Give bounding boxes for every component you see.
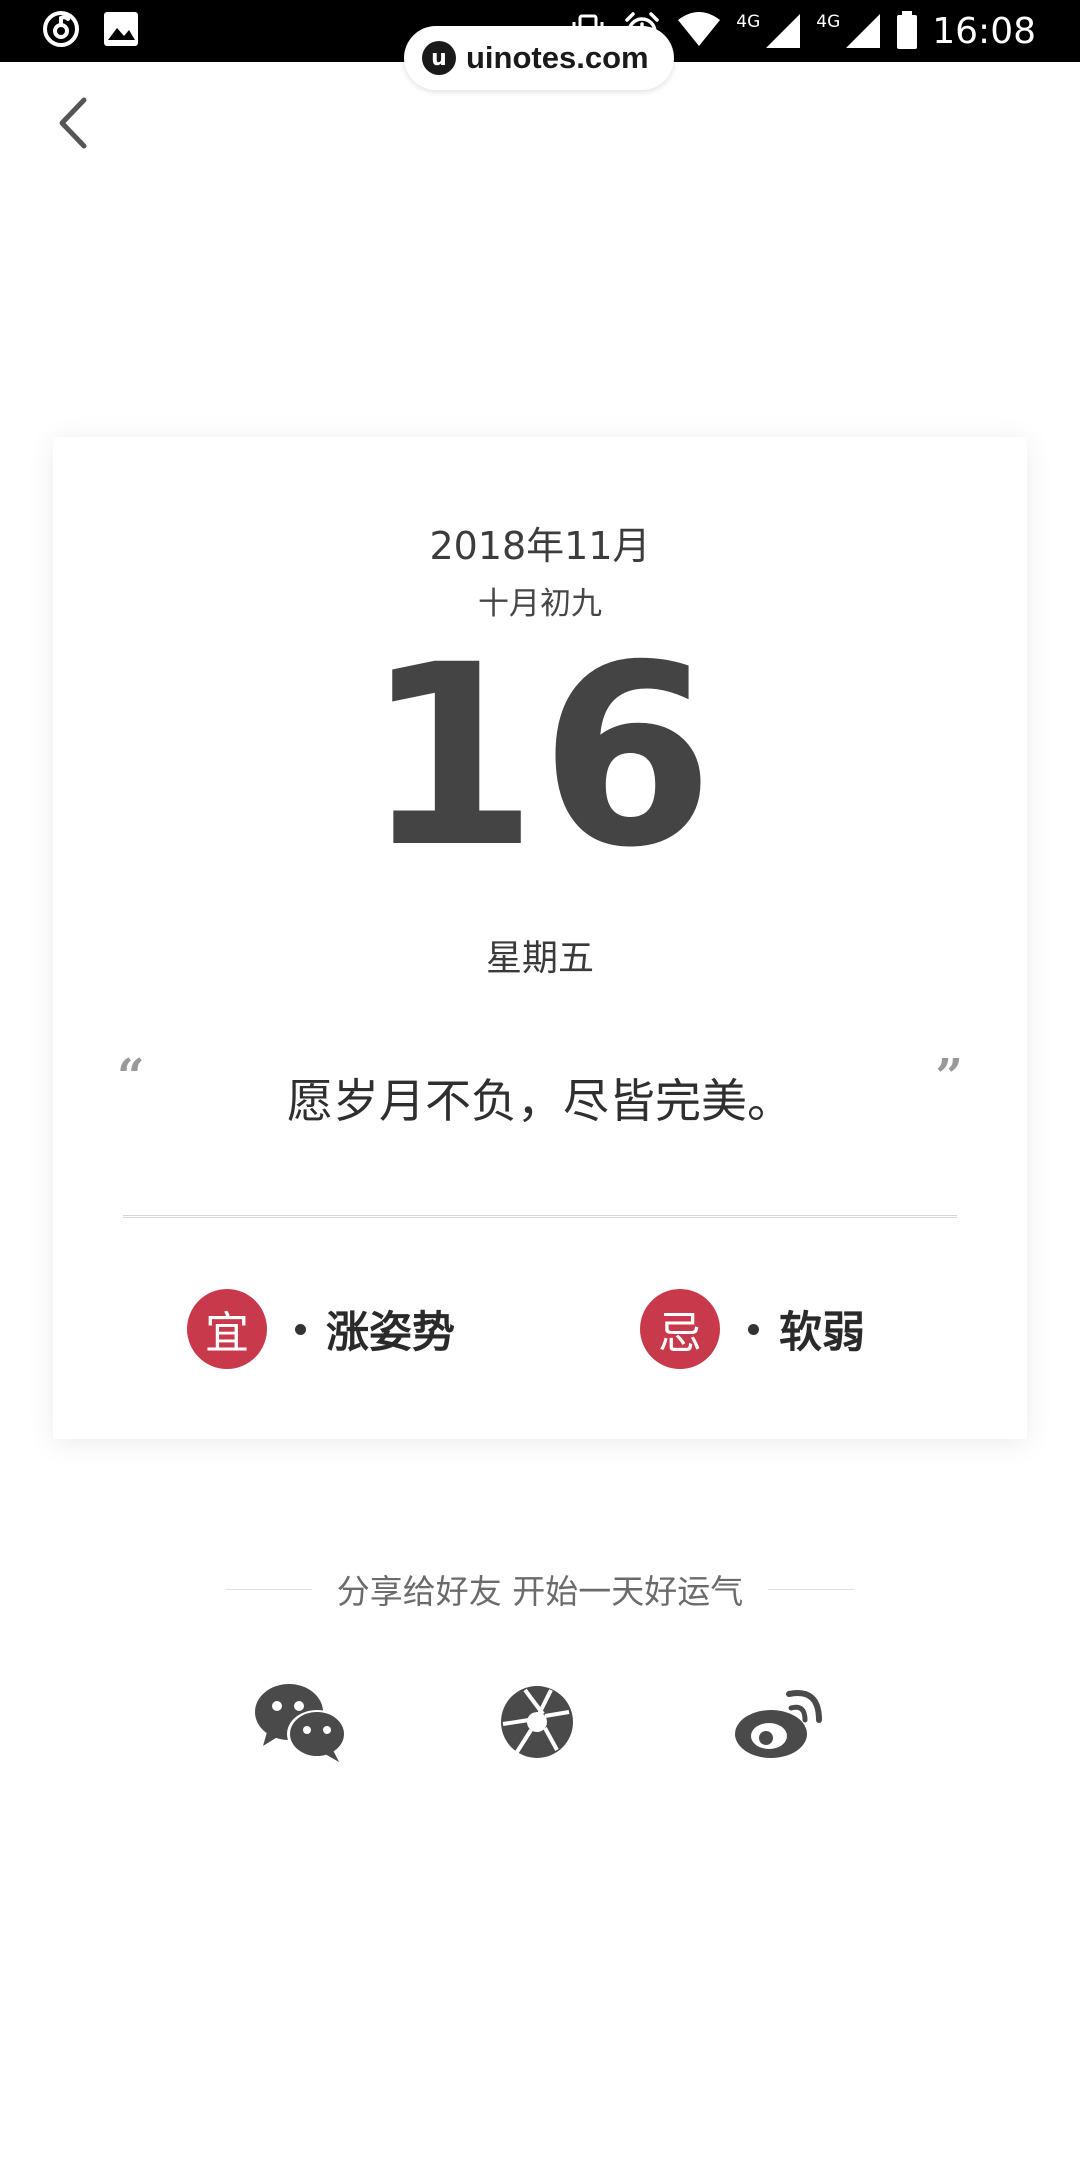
back-button[interactable] [48, 92, 102, 154]
wifi-icon [676, 10, 722, 54]
wechat-icon [255, 1684, 347, 1762]
suitable-text: 涨姿势 [326, 1308, 455, 1358]
clock: 16:08 [932, 11, 1036, 52]
divider [123, 1215, 957, 1218]
avoid-text: 软弱 [779, 1308, 865, 1358]
network-type-label: 4G [816, 12, 841, 32]
netease-music-icon [42, 10, 80, 52]
battery-icon [896, 10, 918, 54]
share-weibo-button[interactable] [733, 1680, 829, 1764]
year-month: 2018年11月 [429, 524, 651, 568]
share-moments-button[interactable] [495, 1680, 591, 1764]
weibo-icon [735, 1690, 822, 1758]
moments-icon [501, 1686, 573, 1758]
chevron-left-icon [59, 97, 87, 149]
share-line-left [226, 1588, 312, 1590]
signal-icon [842, 10, 882, 54]
avoid-seal: 忌 [640, 1289, 720, 1369]
network-type-label: 4G [736, 12, 761, 32]
uinotes-watermark: u uinotes.com [404, 26, 674, 90]
weekday: 星期五 [485, 938, 594, 979]
share-wechat-button[interactable] [253, 1680, 349, 1764]
suitable-seal: 宜 [187, 1289, 267, 1369]
signal-icon [762, 10, 802, 54]
share-title: 分享给好友 开始一天好运气 [336, 1572, 744, 1611]
suitable-item: 宜 涨姿势 [187, 1289, 455, 1369]
watermark-text: uinotes.com [466, 40, 649, 75]
share-line-right [768, 1588, 854, 1590]
gallery-icon [102, 10, 140, 52]
daily-quote: 愿岁月不负，尽皆完美。 [287, 1074, 793, 1128]
uinotes-logo-icon: u [422, 41, 456, 75]
daily-calendar-card: 2018年11月 十月初九 16 星期五 “ 愿岁月不负，尽皆完美。 ” 宜 涨… [53, 437, 1027, 1439]
day-number: 16 [364, 611, 716, 902]
share-header: 分享给好友 开始一天好运气 [226, 1565, 854, 1613]
bullet-dot [295, 1323, 306, 1335]
bullet-dot [748, 1323, 759, 1335]
avoid-item: 忌 软弱 [640, 1289, 865, 1369]
close-quote-mark: ” [935, 1049, 963, 1105]
